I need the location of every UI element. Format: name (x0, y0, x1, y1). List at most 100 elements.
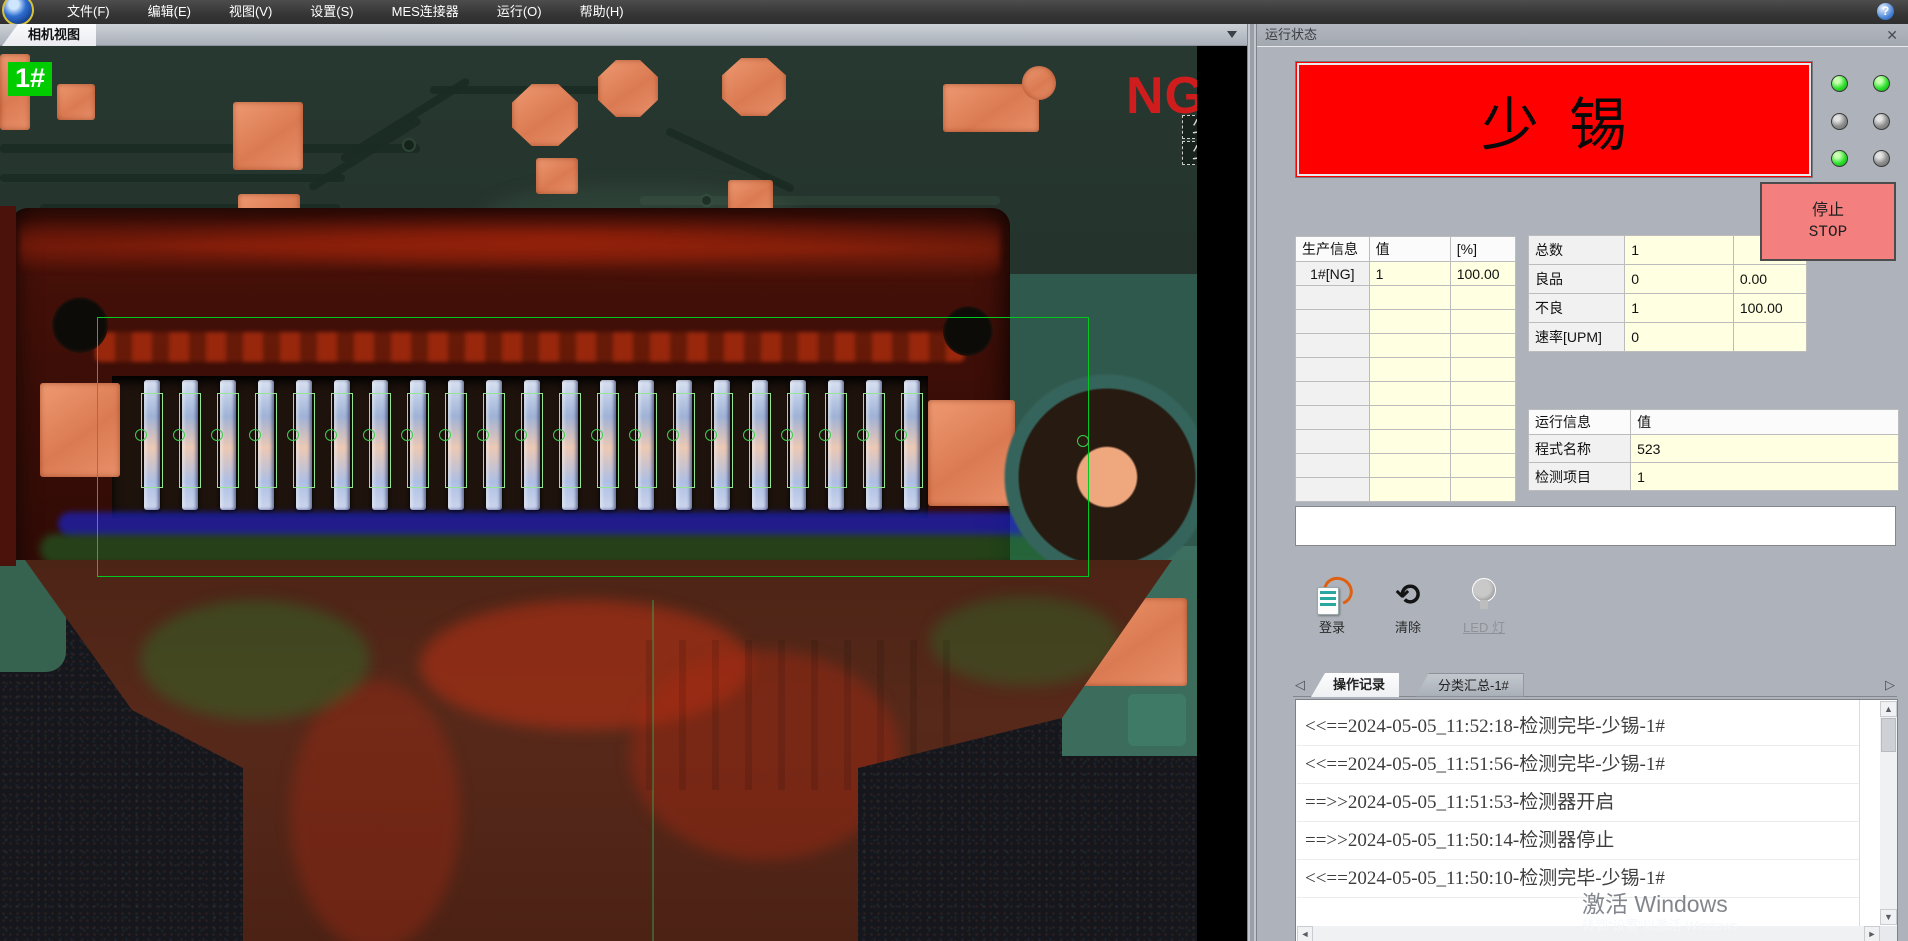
inspection-roi-rectangle (97, 317, 1089, 577)
pin-roi-circle (743, 429, 755, 441)
table-cell (1450, 334, 1515, 358)
table-cell (1450, 286, 1515, 310)
login-label: 登录 (1303, 617, 1361, 636)
pane-splitter[interactable] (1247, 24, 1257, 941)
menu-items: 文件(F)编辑(E)视图(V)设置(S)MES连接器运行(O)帮助(H) (48, 0, 643, 24)
led-indicator (1831, 150, 1848, 167)
table-cell (1450, 310, 1515, 334)
table-cell: 523 (1631, 435, 1899, 463)
table-cell (1369, 406, 1450, 430)
menu-item[interactable]: 帮助(H) (561, 0, 643, 24)
log-entry: ==>>2024-05-05_11:50:14-检测器停止 (1297, 822, 1859, 860)
login-button[interactable]: 登录 (1303, 577, 1361, 649)
windows-watermark-line1: 激活 Windows (1582, 885, 1728, 919)
pin-roi-box (179, 393, 201, 488)
tab-scroll-left-icon[interactable]: ◁ (1295, 677, 1305, 693)
log-tab-bar: ◁ 操作记录分类汇总-1# ▷ (1293, 673, 1897, 697)
chevron-down-icon[interactable] (1227, 31, 1237, 38)
log-entry: <<==2024-05-05_11:51:56-检测完毕-少锡-1# (1297, 746, 1859, 784)
log-entry: ==>>2024-05-05_11:51:53-检测器开启 (1297, 784, 1859, 822)
pin-roi-box (445, 393, 467, 488)
message-box (1295, 506, 1896, 546)
table-cell (1296, 334, 1370, 358)
table-cell (1296, 310, 1370, 334)
close-icon[interactable]: ✕ (1886, 24, 1898, 46)
scroll-down-icon[interactable]: ▼ (1880, 909, 1897, 925)
table-cell (1450, 478, 1515, 502)
led-indicator (1873, 75, 1890, 92)
run-info-table: 运行信息值程式名称523检测项目1 (1528, 409, 1899, 491)
app-logo-icon (2, 0, 34, 26)
pin-roi-circle (857, 429, 869, 441)
pin-roi-box (369, 393, 391, 488)
production-table: 生产信息值[%]1#[NG]1100.00 (1295, 236, 1516, 502)
led-indicator (1831, 113, 1848, 130)
pin-roi-circle (629, 429, 641, 441)
table-cell (1296, 358, 1370, 382)
pin-roi-circle (705, 429, 717, 441)
log-tab[interactable]: 分类汇总-1# (1415, 673, 1524, 697)
pin-roi-box (407, 393, 429, 488)
help-icon[interactable]: ? (1877, 3, 1894, 20)
table-cell: 检测项目 (1529, 463, 1631, 491)
vertical-scrollbar[interactable]: ▲ ▼ (1880, 701, 1897, 925)
pin-roi-box (255, 393, 277, 488)
table-header: [%] (1450, 237, 1515, 262)
menu-item[interactable]: 运行(O) (478, 0, 561, 24)
defect-tag: 少锡 (1182, 141, 1197, 165)
pin-roi-box (901, 393, 923, 488)
pin-roi-box (749, 393, 771, 488)
pin-roi-circle (591, 429, 603, 441)
scroll-left-icon[interactable]: ◄ (1297, 926, 1313, 941)
table-cell: 1 (1625, 236, 1734, 265)
pin-roi-circle (249, 429, 261, 441)
table-cell (1369, 382, 1450, 406)
pin-roi-box (217, 393, 239, 488)
table-cell (1296, 430, 1370, 454)
tab-scroll-right-icon[interactable]: ▷ (1885, 677, 1895, 693)
menu-item[interactable]: 文件(F) (48, 0, 129, 24)
stop-label-cn: 停止 (1812, 201, 1844, 222)
log-tab[interactable]: 操作记录 (1311, 673, 1399, 697)
connector-texture (20, 214, 1000, 278)
menu-item[interactable]: 编辑(E) (129, 0, 210, 24)
tab-camera-view[interactable]: 相机视图 (2, 24, 96, 46)
table-cell: 0.00 (1733, 265, 1806, 294)
board-edge-sliver (0, 206, 16, 566)
menu-item[interactable]: 视图(V) (210, 0, 291, 24)
table-cell (1369, 454, 1450, 478)
table-cell (1733, 323, 1806, 352)
log-entry: <<==2024-05-05_11:52:18-检测完毕-少锡-1# (1297, 708, 1859, 746)
pin-roi-box (293, 393, 315, 488)
scroll-right-icon[interactable]: ► (1864, 926, 1880, 941)
scroll-up-icon[interactable]: ▲ (1880, 701, 1897, 717)
scrollbar-thumb[interactable] (1881, 718, 1896, 752)
pin-roi-circle (325, 429, 337, 441)
menu-item[interactable]: MES连接器 (373, 0, 478, 24)
led-label: LED 灯 (1455, 617, 1513, 636)
pin-roi-circle (439, 429, 451, 441)
table-cell (1296, 454, 1370, 478)
table-header: 值 (1631, 410, 1899, 435)
clear-button[interactable]: ⟲ 清除 (1379, 577, 1437, 649)
pin-roi-box (635, 393, 657, 488)
led-indicator (1831, 75, 1848, 92)
led-light-button[interactable]: LED 灯 (1455, 577, 1513, 649)
pin-roi-box (711, 393, 733, 488)
table-cell (1450, 358, 1515, 382)
pin-roi-box (521, 393, 543, 488)
pin-roi-circle (173, 429, 185, 441)
menu-item[interactable]: 设置(S) (291, 0, 372, 24)
stop-button[interactable]: 停止 STOP (1760, 182, 1896, 261)
table-cell (1369, 478, 1450, 502)
pin-roi-circle (135, 429, 147, 441)
table-cell (1296, 478, 1370, 502)
log-entry: <<==2024-05-05_11:50:10-检测完毕-少锡-1# (1297, 860, 1859, 898)
defect-tag: 少锡 (1182, 115, 1197, 139)
pin-roi-box (141, 393, 163, 488)
table-cell: 不良 (1529, 294, 1625, 323)
pin-roi-box (483, 393, 505, 488)
camera-tab-bar: 相机视图 (0, 24, 1247, 46)
table-cell (1369, 334, 1450, 358)
windows-watermark-line2: 转到“设置”以激活 Windows (1582, 915, 1738, 934)
